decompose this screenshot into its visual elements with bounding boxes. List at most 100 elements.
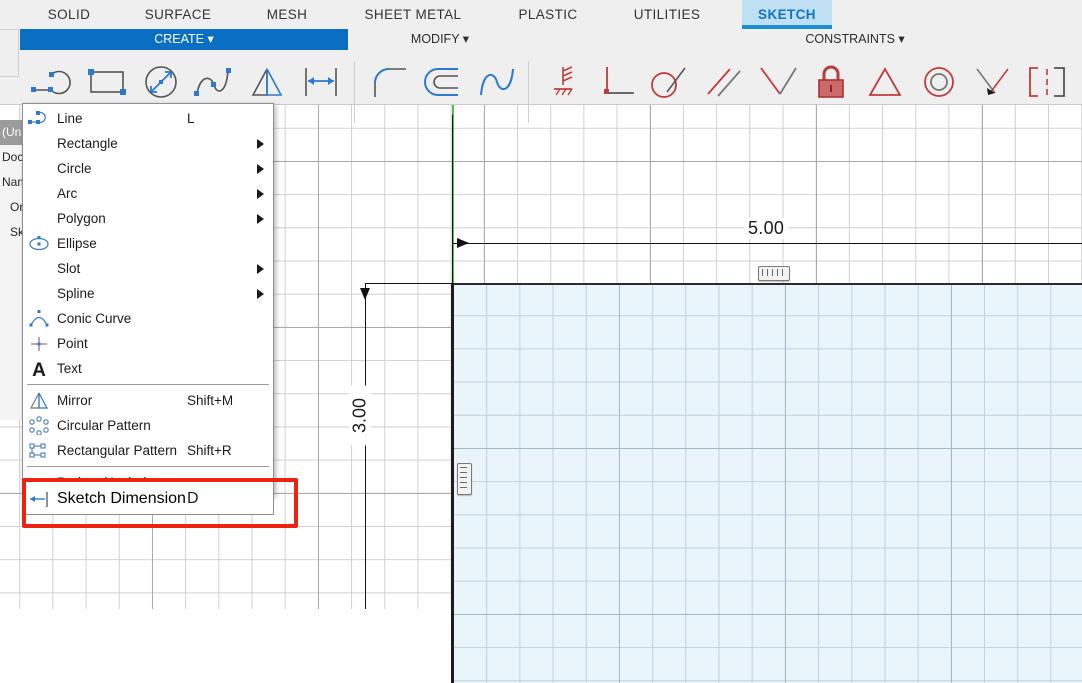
rectangle-tool-icon[interactable]	[80, 61, 134, 103]
menu-item-line[interactable]: Line L	[23, 106, 273, 131]
horizontal-dimension-line[interactable]	[452, 243, 1082, 244]
horizontal-dimension-arrow-icon	[457, 238, 469, 248]
text-icon: A	[28, 359, 50, 381]
chevron-right-icon	[257, 264, 264, 274]
symmetry-tool-icon[interactable]	[1020, 61, 1074, 103]
mirror-tool-icon[interactable]	[240, 61, 294, 103]
modify-panel-button[interactable]: MODIFY ▾	[360, 29, 520, 50]
ribbon: SOLID SURFACE MESH SHEET METAL PLASTIC U…	[0, 0, 1082, 123]
constraints-panel-button[interactable]: CONSTRAINTS ▾	[740, 29, 970, 50]
menu-separator-1	[27, 384, 269, 385]
fix-unfix-tool-icon[interactable]	[536, 61, 590, 103]
menu-item-point-label: Point	[57, 336, 88, 351]
menu-separator-3	[27, 481, 269, 482]
line-tool-icon[interactable]	[24, 61, 78, 103]
menu-item-ellipse-label: Ellipse	[57, 236, 97, 251]
tab-solid[interactable]: SOLID	[28, 0, 110, 29]
horizontal-dimension-extension-line	[452, 115, 453, 285]
rectangular-pattern-icon	[28, 441, 50, 460]
conic-curve-icon	[28, 309, 50, 328]
mirror-icon	[28, 391, 50, 410]
panel-divider-1	[354, 61, 355, 123]
chevron-right-icon	[257, 289, 264, 299]
ribbon-tab-row: SOLID SURFACE MESH SHEET METAL PLASTIC U…	[0, 0, 1082, 29]
menu-item-circular-pattern-label: Circular Pattern	[57, 418, 151, 433]
line-icon	[28, 109, 50, 128]
menu-item-sketch-dimension-label: Sketch Dimension	[57, 490, 186, 507]
menu-item-spline[interactable]: Spline	[23, 281, 273, 306]
menu-item-polygon[interactable]: Polygon	[23, 206, 273, 231]
equal-tool-icon[interactable]	[858, 61, 912, 103]
vertical-dimension-value[interactable]: 3.00	[349, 385, 371, 446]
vertical-dimension-arrow-icon	[360, 288, 370, 300]
menu-item-slot[interactable]: Slot	[23, 256, 273, 281]
create-panel-button[interactable]: CREATE ▾	[20, 29, 348, 50]
tangent-tool-icon[interactable]	[640, 61, 694, 103]
fillet-tool-icon[interactable]	[362, 61, 416, 103]
menu-item-arc[interactable]: Arc	[23, 181, 273, 206]
fix-constraint-top-icon[interactable]	[758, 266, 790, 281]
sketch-profile-rectangle[interactable]	[451, 283, 1082, 683]
ellipse-icon	[28, 234, 50, 253]
spline-tool-icon[interactable]	[186, 61, 240, 103]
menu-item-arc-label: Arc	[57, 186, 78, 201]
vertical-dimension-extension-line	[365, 283, 453, 284]
lock-constraint-tool-icon[interactable]	[804, 61, 858, 103]
point-icon	[28, 334, 50, 353]
menu-separator-2	[27, 466, 269, 467]
vertical-dimension-line[interactable]	[365, 283, 366, 609]
panel-edge-fragment	[0, 29, 19, 77]
menu-item-line-label: Line	[57, 111, 83, 126]
chevron-right-icon	[257, 139, 264, 149]
menu-item-sketch-dimension[interactable]: Sketch Dimension D	[23, 484, 273, 514]
svg-text:A: A	[32, 360, 46, 378]
menu-item-circle-label: Circle	[57, 161, 92, 176]
sketch-dimension-tool-icon[interactable]	[294, 61, 348, 103]
chevron-right-icon	[257, 189, 264, 199]
panel-divider-2	[528, 61, 529, 123]
menu-item-text[interactable]: A Text	[23, 356, 273, 381]
menu-item-circular-pattern[interactable]: Circular Pattern	[23, 413, 273, 438]
tab-sheet-metal[interactable]: SHEET METAL	[346, 0, 480, 29]
tab-utilities[interactable]: UTILITIES	[612, 0, 722, 29]
menu-item-conic-curve-label: Conic Curve	[57, 311, 132, 326]
circular-pattern-icon	[28, 416, 50, 436]
circle-tool-icon[interactable]	[134, 61, 188, 103]
collinear-tool-icon[interactable]	[964, 61, 1018, 103]
parallel-tool-icon[interactable]	[696, 61, 750, 103]
tab-plastic[interactable]: PLASTIC	[496, 0, 600, 29]
menu-item-slot-label: Slot	[57, 261, 81, 276]
chevron-right-icon	[257, 214, 264, 224]
tab-mesh[interactable]: MESH	[244, 0, 330, 29]
menu-item-conic-curve[interactable]: Conic Curve	[23, 306, 273, 331]
menu-item-text-label: Text	[57, 361, 82, 376]
menu-item-circle[interactable]: Circle	[23, 156, 273, 181]
perpendicular-tool-icon[interactable]	[590, 61, 644, 103]
sketch-dimension-menu-band: Sketch Dimension D	[22, 481, 274, 515]
menu-item-sketch-dimension-shortcut: D	[187, 490, 199, 507]
menu-item-rectangle[interactable]: Rectangle	[23, 131, 273, 156]
tab-surface[interactable]: SURFACE	[130, 0, 226, 29]
menu-item-mirror-label: Mirror	[57, 393, 93, 408]
chevron-right-icon	[257, 164, 264, 174]
menu-item-mirror[interactable]: Mirror Shift+M	[23, 388, 273, 413]
menu-item-point[interactable]: Point	[23, 331, 273, 356]
horizontal-dimension-value[interactable]: 5.00	[744, 218, 789, 239]
tab-sketch[interactable]: SKETCH	[742, 0, 832, 29]
fix-constraint-left-icon[interactable]	[457, 463, 472, 495]
ribbon-panel-row: CREATE ▾ MODIFY ▾ CONSTRAINTS ▾	[0, 29, 1082, 123]
menu-item-rectangular-pattern-shortcut: Shift+R	[187, 443, 232, 458]
menu-item-rectangular-pattern[interactable]: Rectangular Pattern Shift+R	[23, 438, 273, 463]
concentric-tool-icon[interactable]	[912, 61, 966, 103]
curvature-tool-icon[interactable]	[470, 61, 524, 103]
menu-item-rectangular-pattern-label: Rectangular Pattern	[57, 443, 178, 458]
sketch-dimension-icon	[28, 490, 50, 509]
menu-item-polygon-label: Polygon	[57, 211, 106, 226]
menu-item-line-shortcut: L	[187, 111, 195, 126]
menu-item-ellipse[interactable]: Ellipse	[23, 231, 273, 256]
menu-item-mirror-shortcut: Shift+M	[187, 393, 234, 408]
offset-tool-icon[interactable]	[416, 61, 470, 103]
create-dropdown-menu[interactable]: Line L Rectangle Circle Arc Polygon Elli…	[22, 103, 274, 496]
profile-grid-major	[454, 285, 1082, 683]
midpoint-tool-icon[interactable]	[750, 61, 804, 103]
